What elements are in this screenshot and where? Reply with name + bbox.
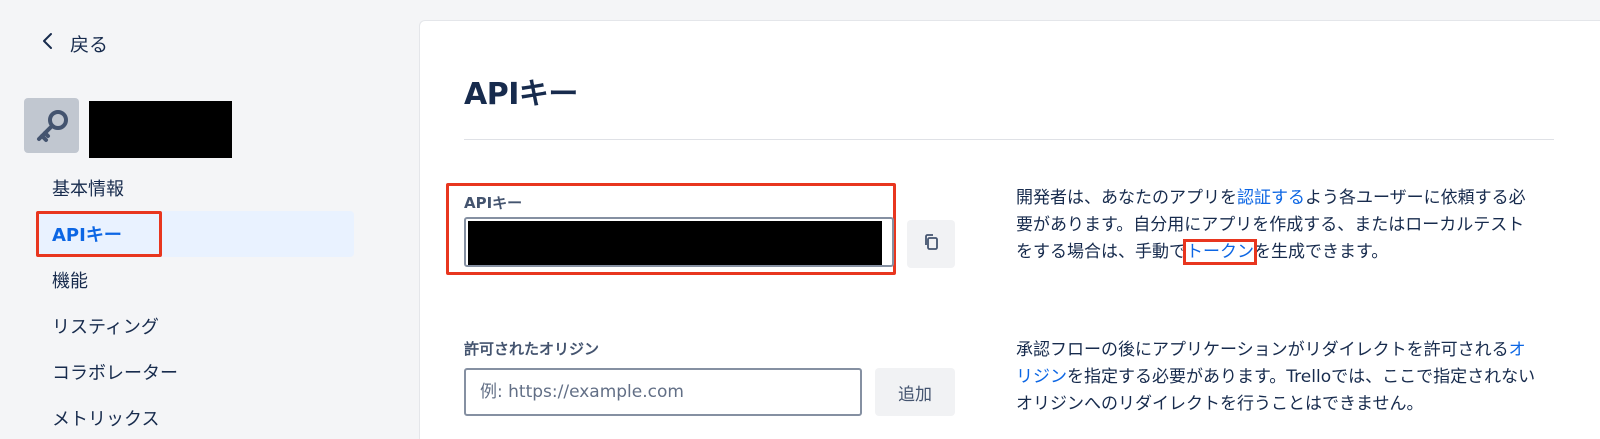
sidebar-item-label: メトリックス bbox=[52, 409, 160, 430]
sidebar-item-label: コラボレーター bbox=[52, 363, 178, 384]
allowed-origins-label: 許可されたオリジン bbox=[464, 340, 600, 358]
origins-description: 承認フローの後にアプリケーションがリダイレクトを許可されるオリジンを指定する必要… bbox=[1016, 337, 1536, 418]
add-origin-button[interactable]: 追加 bbox=[875, 368, 955, 416]
sidebar-item-api-key[interactable]: APIキー bbox=[36, 211, 354, 257]
api-key-label: APIキー bbox=[464, 194, 523, 212]
sidebar-item-basic-info[interactable]: 基本情報 bbox=[36, 165, 354, 211]
sidebar: 戻る 基本情報 APIキー 機能 リスティング コラボレーター メトリックス bbox=[0, 0, 420, 439]
api-key-redacted bbox=[468, 221, 882, 265]
chevron-left-icon bbox=[40, 32, 56, 55]
sidebar-item-features[interactable]: 機能 bbox=[36, 257, 354, 303]
description-text: 開発者は、あなたのアプリを bbox=[1016, 188, 1237, 208]
sidebar-item-label: 機能 bbox=[52, 271, 88, 292]
sidebar-item-metrics[interactable]: メトリックス bbox=[36, 395, 354, 439]
auth-link[interactable]: 認証する bbox=[1237, 188, 1305, 208]
description-text: を生成できます。 bbox=[1254, 242, 1389, 262]
main-card: APIキー APIキー 開発者は、あなたのアプリを認証するよう各ユーザーに依頼す… bbox=[419, 20, 1600, 439]
app-key-icon bbox=[24, 98, 79, 153]
page-title: APIキー bbox=[464, 77, 578, 112]
description-text: を指定する必要があります。Trelloでは、ここで指定されないオリジンへのリダイ… bbox=[1016, 367, 1536, 414]
copy-icon bbox=[922, 233, 940, 255]
description-text: 承認フローの後にアプリケーションがリダイレクトを許可される bbox=[1016, 340, 1509, 360]
sidebar-item-label: 基本情報 bbox=[52, 179, 124, 200]
back-link[interactable]: 戻る bbox=[40, 30, 108, 57]
divider bbox=[464, 139, 1554, 140]
api-key-description: 開発者は、あなたのアプリを認証するよう各ユーザーに依頼する必要があります。自分用… bbox=[1016, 185, 1536, 266]
origin-input[interactable] bbox=[464, 368, 862, 416]
app-name-redacted bbox=[89, 101, 232, 158]
sidebar-nav: 基本情報 APIキー 機能 リスティング コラボレーター メトリックス bbox=[36, 165, 354, 439]
sidebar-item-collaborators[interactable]: コラボレーター bbox=[36, 349, 354, 395]
sidebar-item-label: リスティング bbox=[52, 317, 159, 338]
api-key-field[interactable] bbox=[464, 217, 894, 267]
token-link[interactable]: トークン bbox=[1183, 239, 1257, 265]
highlight-box bbox=[36, 211, 162, 257]
copy-button[interactable] bbox=[907, 220, 955, 268]
back-label: 戻る bbox=[70, 34, 109, 56]
sidebar-item-listing[interactable]: リスティング bbox=[36, 303, 354, 349]
